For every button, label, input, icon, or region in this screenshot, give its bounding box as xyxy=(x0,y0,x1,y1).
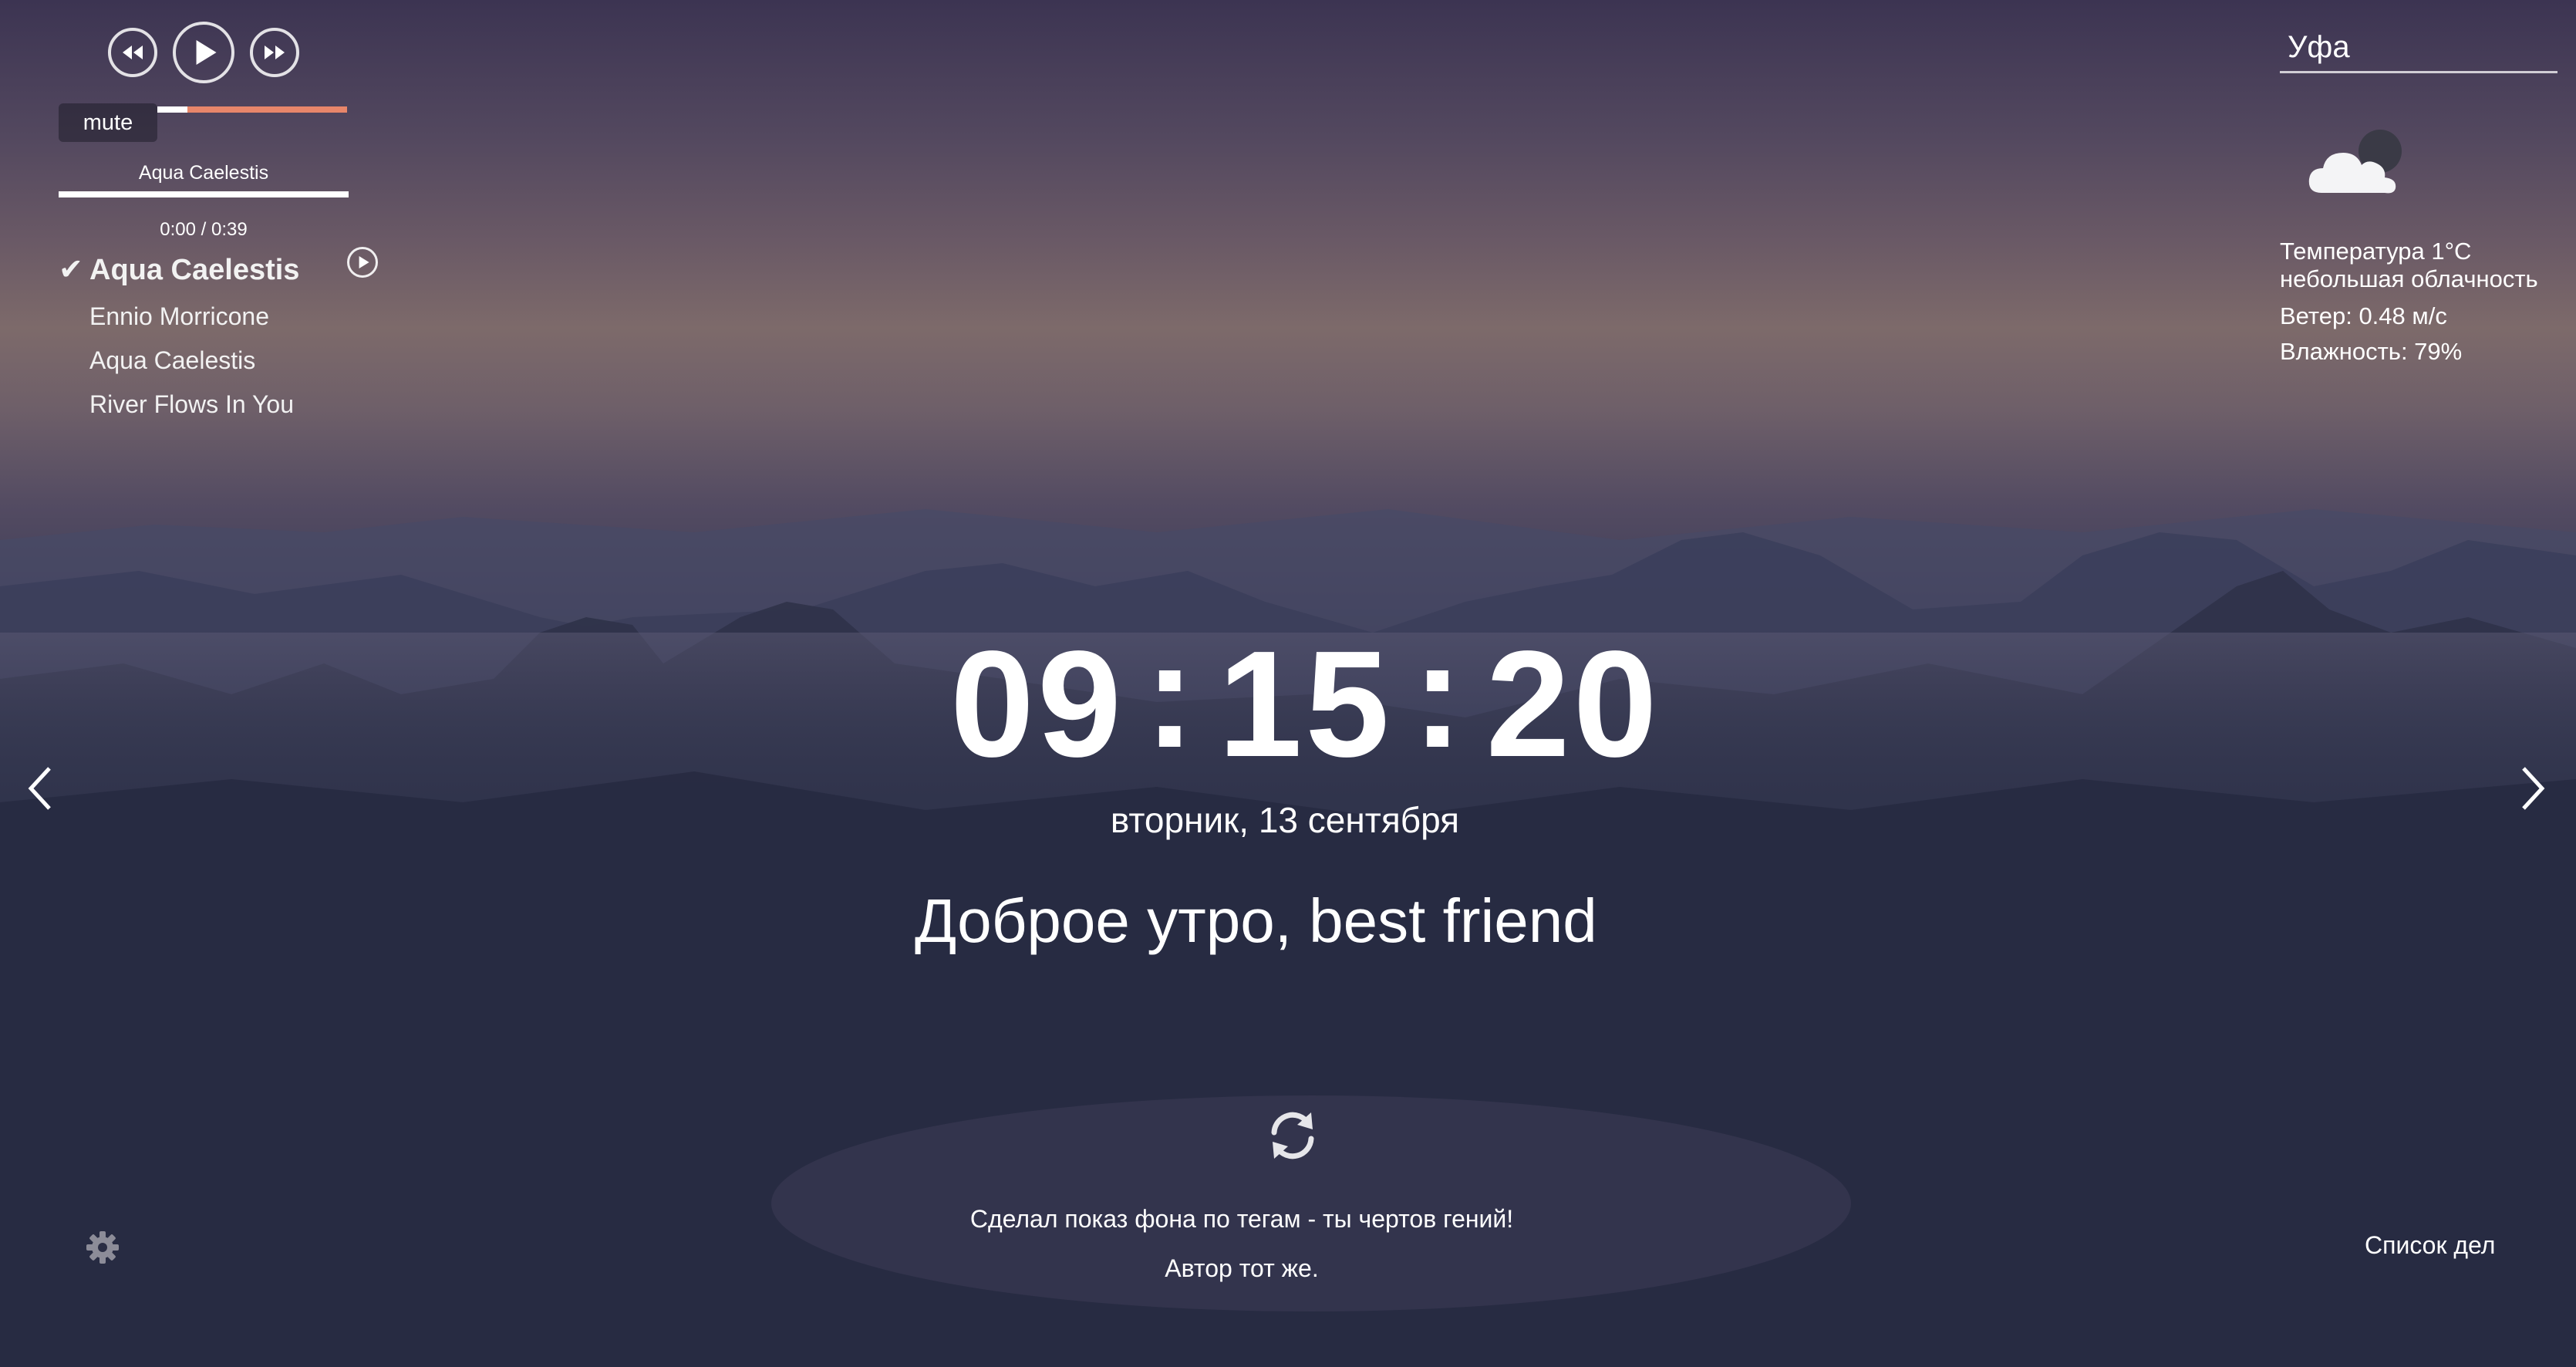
next-background-button[interactable] xyxy=(2517,764,2548,813)
playlist-item[interactable]: ✔ Aqua Caelestis xyxy=(59,248,383,295)
weather-description: небольшая облачность xyxy=(2280,265,2538,292)
rewind-button[interactable] xyxy=(108,28,157,77)
greeting-text[interactable]: Доброе утро, best friend xyxy=(915,886,1840,957)
playlist-play-button[interactable] xyxy=(347,247,378,278)
current-track-title: Aqua Caelestis xyxy=(138,162,269,184)
humidity-text: Влажность: 79% xyxy=(2280,338,2463,365)
city-input[interactable] xyxy=(2280,23,2557,73)
refresh-quote-button[interactable] xyxy=(1263,1106,1322,1165)
temperature-text: Температура 1°C xyxy=(2280,238,2472,265)
volume-level xyxy=(157,106,188,113)
mute-button[interactable]: mute xyxy=(59,103,157,142)
track-time: 0:00 / 0:39 xyxy=(160,219,248,240)
chevron-right-icon xyxy=(2522,767,2545,810)
quote-text: Сделал показ фона по тегам - ты чертов г… xyxy=(969,1205,1514,1233)
clock: 09:15:20 xyxy=(950,610,1661,788)
playlist-item-label: Ennio Morricone xyxy=(89,302,269,330)
progress-bar[interactable] xyxy=(59,191,349,197)
playlist-item[interactable]: River Flows In You xyxy=(59,383,383,427)
gear-icon xyxy=(86,1231,119,1264)
chevron-left-icon xyxy=(28,767,51,810)
partly-cloudy-night-icon xyxy=(2308,130,2402,194)
fast-forward-button[interactable] xyxy=(250,28,299,77)
quote-author: Автор тот же. xyxy=(1165,1254,1319,1282)
playlist: ✔ Aqua Caelestis Ennio Morricone Aqua Ca… xyxy=(59,248,383,427)
settings-button[interactable] xyxy=(85,1230,120,1265)
prev-background-button[interactable] xyxy=(25,764,56,813)
playlist-item-label: Aqua Caelestis xyxy=(89,254,300,286)
progress-fill xyxy=(59,191,349,197)
refresh-icon xyxy=(1271,1112,1314,1159)
date-text: вторник, 13 сентября xyxy=(1110,800,1460,840)
wind-text: Ветер: 0.48 м/с xyxy=(2280,302,2447,329)
player-controls xyxy=(108,22,316,83)
play-icon xyxy=(196,40,217,65)
playlist-item[interactable]: Ennio Morricone xyxy=(59,295,383,339)
volume-slider[interactable] xyxy=(157,106,347,113)
check-icon: ✔ xyxy=(59,254,83,286)
fast-forward-icon xyxy=(265,46,285,59)
rewind-icon xyxy=(123,46,143,59)
todo-list-button[interactable]: Список дел xyxy=(2365,1231,2495,1260)
play-button[interactable] xyxy=(173,22,234,83)
play-icon xyxy=(359,256,369,268)
playlist-item-label: Aqua Caelestis xyxy=(89,346,256,374)
playlist-item[interactable]: Aqua Caelestis xyxy=(59,339,383,383)
playlist-item-label: River Flows In You xyxy=(89,390,295,418)
